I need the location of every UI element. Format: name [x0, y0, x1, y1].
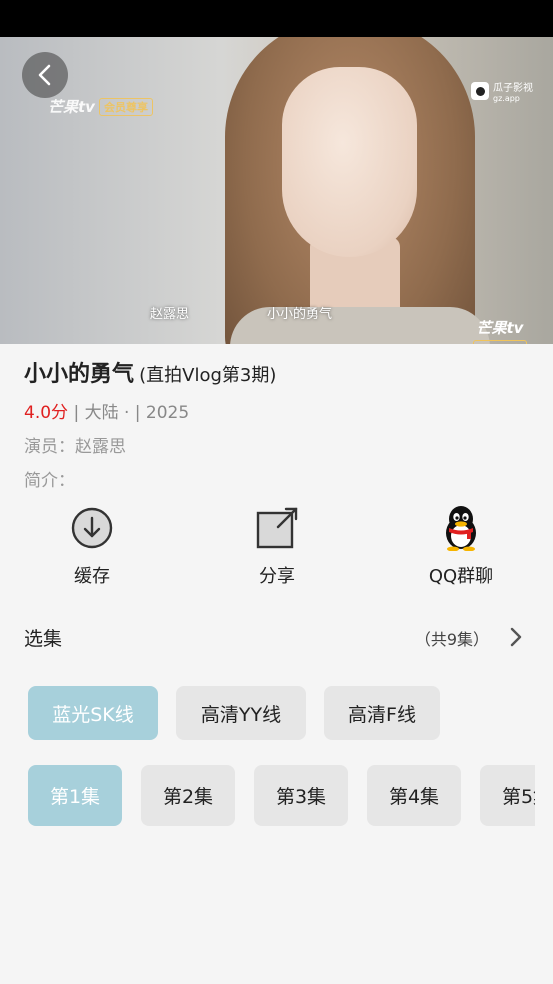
share-label: 分享 — [259, 566, 295, 587]
corner-badge: 会员尊享 — [473, 340, 527, 344]
video-watermark-corner: 芒果tv 会员尊享 — [473, 317, 527, 344]
episode-chip[interactable]: 第1集 — [28, 765, 122, 826]
video-subtitle: (直拍Vlog第3期) — [139, 365, 277, 386]
episodes-header[interactable]: 选集 （共9集） — [24, 624, 529, 654]
back-button[interactable] — [22, 52, 68, 98]
episodes-count: （共9集） — [414, 630, 489, 649]
video-player[interactable]: 芒果tv 会员尊享 瓜子影视 gz.app 芒果tv 会员尊享 赵露思 小小的勇… — [0, 37, 553, 344]
source-chip[interactable]: 高清F线 — [324, 686, 440, 740]
caption-name: 赵露思 — [150, 307, 190, 322]
episode-chip[interactable]: 第3集 — [254, 765, 348, 826]
episode-list[interactable]: 第1集 第2集 第3集 第4集 第5集 — [0, 764, 535, 828]
corner-brand-text: 芒果tv — [476, 319, 524, 337]
app-watermark: 瓜子影视 gz.app — [471, 79, 533, 103]
chevron-right-icon — [510, 627, 522, 647]
cache-button[interactable]: 缓存 — [22, 504, 162, 588]
title-row: 小小的勇气 (直拍Vlog第3期) — [24, 356, 276, 388]
qq-group-button[interactable]: QQ群聊 — [391, 504, 531, 588]
share-icon — [256, 507, 298, 549]
rating: 4.0分 — [24, 403, 69, 423]
episode-chip[interactable]: 第2集 — [141, 765, 235, 826]
chevron-left-icon — [38, 64, 51, 86]
download-icon — [71, 507, 113, 549]
status-bar — [0, 0, 553, 37]
episode-chip[interactable]: 第4集 — [367, 765, 461, 826]
video-frame-face — [282, 67, 417, 257]
app-watermark-sub: gz.app — [493, 94, 520, 103]
video-watermark-brand: 芒果tv 会员尊享 — [48, 96, 153, 117]
share-button[interactable]: 分享 — [207, 504, 347, 588]
episode-chip[interactable]: 第5集 — [480, 765, 535, 826]
meta-info: | 大陆 · | 2025 — [68, 403, 190, 423]
meta-row: 4.0分 | 大陆 · | 2025 — [24, 398, 189, 423]
source-chip[interactable]: 蓝光SK线 — [28, 686, 158, 740]
source-chip[interactable]: 高清YY线 — [176, 686, 306, 740]
video-title: 小小的勇气 — [24, 362, 135, 387]
app-logo-icon — [471, 82, 489, 100]
qq-penguin-icon — [446, 506, 476, 551]
qq-label: QQ群聊 — [428, 566, 494, 587]
video-caption: 赵露思 小小的勇气 — [150, 303, 332, 322]
watermark-badge: 会员尊享 — [98, 97, 153, 116]
intro: 简介： — [24, 471, 75, 491]
cache-label: 缓存 — [74, 566, 110, 587]
watermark-brand-text: 芒果tv — [48, 98, 95, 116]
episodes-title: 选集 — [24, 628, 63, 650]
actors: 演员：赵露思 — [24, 437, 126, 457]
action-bar: 缓存 分享 QQ群聊 — [0, 504, 553, 594]
caption-text: 小小的勇气 — [267, 307, 333, 322]
app-watermark-text: 瓜子影视 — [493, 83, 533, 94]
